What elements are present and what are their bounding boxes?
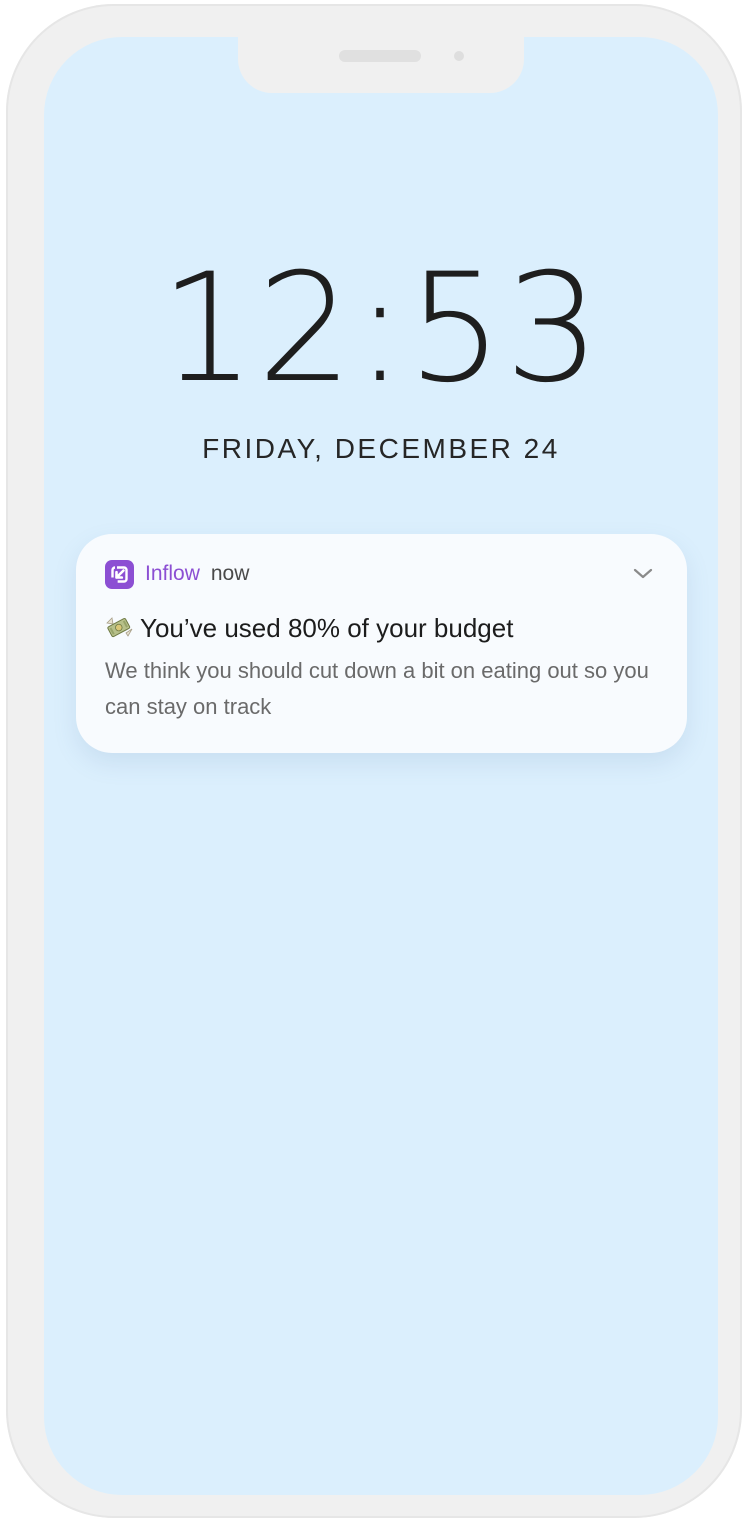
notification-timestamp: now [210, 562, 250, 585]
notification-card[interactable]: Inflow now You’ve used 80% of your budge… [76, 534, 687, 753]
chevron-down-icon[interactable] [631, 563, 655, 583]
front-camera [454, 51, 464, 61]
notification-title: You’ve used 80% of your budget [140, 612, 514, 643]
lock-screen: 12:53 FRIDAY, DECEMBER 24 Inflow now You… [44, 37, 718, 1495]
notification-title-row: You’ve used 80% of your budget [104, 610, 513, 646]
app-name: Inflow [145, 562, 200, 585]
lockscreen-clock: 12:53 [159, 242, 603, 416]
notch [238, 37, 524, 93]
money-with-wings-icon [104, 614, 134, 642]
arrow-down-left-icon [105, 559, 134, 589]
notification-header: Inflow now [105, 559, 249, 589]
lockscreen-date: FRIDAY, DECEMBER 24 [202, 433, 560, 464]
speaker-grille [339, 50, 421, 62]
notification-body: We think you should cut down a bit on ea… [105, 658, 649, 719]
phone-frame: 12:53 FRIDAY, DECEMBER 24 Inflow now You… [6, 4, 742, 1518]
